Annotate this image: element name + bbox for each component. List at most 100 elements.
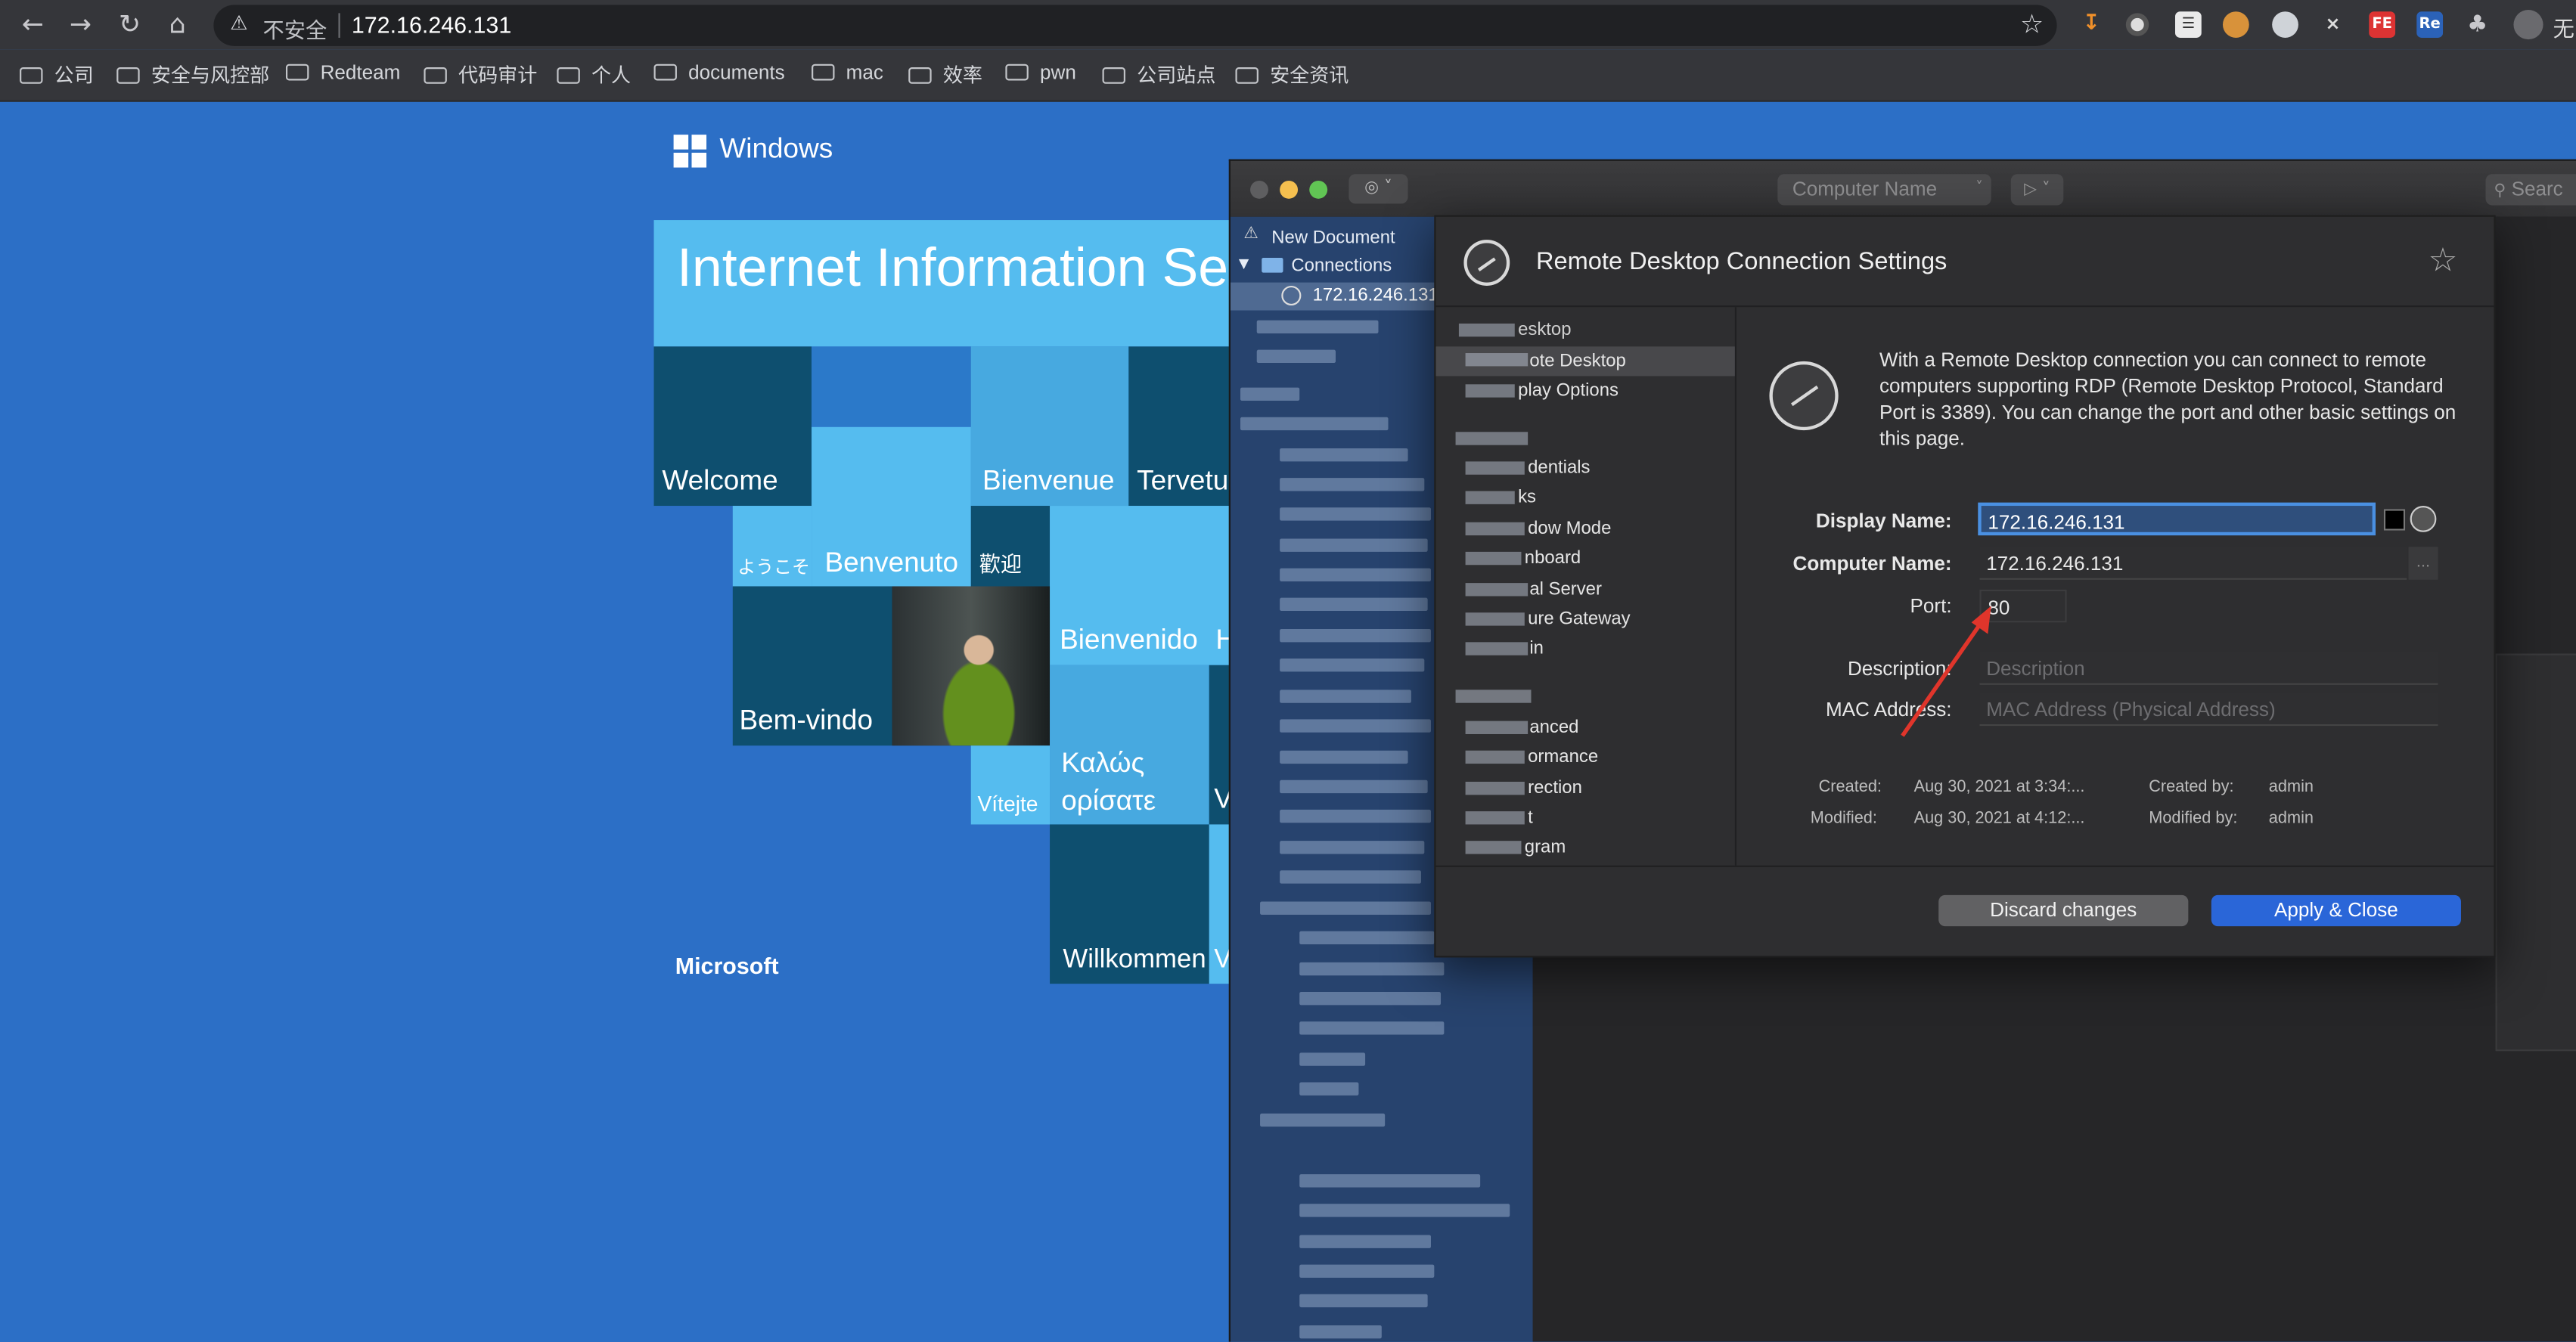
bookmark-folder[interactable]: documents (653, 60, 785, 87)
blurred-item (1299, 1264, 1435, 1278)
remote-desktop-icon-picker[interactable] (2410, 506, 2437, 532)
address-bar[interactable]: ⚠ 不安全 172.16.246.131 ☆ (213, 5, 2057, 46)
apply-close-button[interactable]: Apply & Close (2211, 894, 2461, 927)
tile-huanying: 歡迎 (970, 506, 1051, 587)
profile-avatar[interactable] (2513, 10, 2543, 40)
bookmark-folder[interactable]: 安全资讯 (1235, 60, 1349, 87)
nav-item-secure-gateway[interactable]: ure Gateway (1436, 606, 1735, 636)
blurred-item (1299, 931, 1435, 945)
folder-icon (285, 64, 309, 81)
tile-welcome: Welcome (653, 346, 812, 507)
search-input[interactable]: ⚲ Searc (2485, 174, 2576, 206)
windows-label: Windows (719, 132, 833, 165)
computer-name-dropdown[interactable]: Computer Name ˅ (1777, 174, 1991, 206)
folder-icon (653, 64, 677, 81)
quick-connect-icon[interactable]: ◎ ˅ (1349, 174, 1408, 204)
download-arrow-icon[interactable]: ↧ (2078, 11, 2105, 38)
blurred-item (1280, 779, 1428, 794)
footer-divider (1435, 865, 2494, 867)
bookmark-folder[interactable]: 个人 (557, 60, 631, 87)
bookmark-folder[interactable]: 公司 (20, 60, 94, 87)
nav-item-advanced[interactable]: anced (1436, 714, 1735, 744)
bookmark-star-icon[interactable]: ☆ (2020, 8, 2044, 39)
modified-by-value: admin (2268, 809, 2314, 828)
blurred-item (1299, 992, 1442, 1006)
computer-name-browse-button[interactable]: ... (2408, 547, 2438, 580)
puzzle-icon[interactable]: ♣ (2464, 11, 2491, 38)
settings-nav: esktop ote Desktop play Options dentials… (1435, 307, 1737, 866)
record-extension-icon[interactable] (2125, 13, 2149, 36)
blurred-item (1280, 659, 1425, 672)
note-extension-icon[interactable]: ☰ (2174, 11, 2202, 38)
window-close-button[interactable] (1250, 180, 1268, 199)
bookmark-folder[interactable]: Redteam (285, 60, 400, 87)
back-icon[interactable]: ← (15, 7, 51, 43)
nav-item-performance[interactable]: ormance (1436, 744, 1735, 773)
nav-item-credentials[interactable]: dentials (1436, 455, 1735, 485)
url-text[interactable]: 172.16.246.131 (352, 11, 511, 38)
fe-extension-icon[interactable]: FE (2369, 11, 2396, 38)
tile-willkommen: Willkommen (1050, 824, 1209, 984)
nav-item-program[interactable]: gram (1436, 834, 1735, 863)
nav-item-redirection[interactable]: rection (1436, 775, 1735, 804)
window-minimize-button[interactable] (1280, 180, 1299, 199)
blurred-item (1260, 1113, 1386, 1127)
discard-changes-button[interactable]: Discard changes (1938, 894, 2189, 927)
reload-icon[interactable]: ↻ (112, 7, 148, 43)
blurred-item (1256, 349, 1336, 364)
play-dropdown-icon[interactable]: ▷ ˅ (2010, 174, 2064, 206)
display-name-input[interactable]: 172.16.246.131 (1978, 502, 2376, 536)
tile-benvenuto: Benvenuto (812, 426, 971, 587)
red-annotation-arrow-icon (1901, 606, 1991, 737)
nav-item-t[interactable]: t (1436, 804, 1735, 834)
folder-icon (908, 67, 932, 84)
forward-icon[interactable]: → (63, 7, 99, 43)
favorite-star-icon[interactable]: ☆ (2429, 240, 2458, 279)
cookie-extension-icon[interactable] (2222, 11, 2249, 38)
chevron-down-icon: ˅ (1975, 180, 1983, 197)
home-icon[interactable]: ⌂ (160, 7, 196, 43)
gear-extension-icon[interactable] (2272, 11, 2298, 38)
blurred-item (1280, 750, 1408, 764)
blurred-item (1299, 1294, 1428, 1308)
nav-item-links[interactable]: ks (1436, 485, 1735, 514)
description-input[interactable]: Description (1979, 652, 2438, 685)
created-label: Created: (1818, 778, 1882, 797)
tile-bienvenido: BienvenidoH (1050, 506, 1233, 665)
bookmark-folder[interactable]: 代码审计 (424, 60, 537, 87)
bookmark-folder[interactable]: 效率 (908, 60, 982, 87)
modified-value: Aug 30, 2021 at 4:12:... (1913, 809, 2085, 828)
nav-item-login[interactable]: in (1436, 636, 1735, 665)
nav-item-keyboard[interactable]: nboard (1436, 545, 1735, 575)
folder-icon (812, 64, 835, 81)
x-extension-icon[interactable]: × (2320, 11, 2346, 38)
modified-by-label: Modified by: (2149, 809, 2238, 828)
mac-address-input[interactable]: MAC Address (Physical Address) (1979, 693, 2438, 727)
color-swatch-button[interactable] (2383, 509, 2406, 531)
display-name-label: Display Name: (1815, 509, 1952, 532)
blurred-item (1240, 387, 1300, 401)
re-extension-icon[interactable]: Re (2416, 11, 2444, 38)
profile-label[interactable]: 无 (2553, 11, 2574, 42)
folder-icon (1262, 258, 1283, 273)
blurred-item (1299, 1325, 1382, 1339)
nav-header-desktop: esktop (1436, 317, 1735, 346)
dialog-title: Remote Desktop Connection Settings (1536, 248, 1948, 276)
blurred-item (1280, 597, 1428, 612)
bookmark-folder[interactable]: pwn (1005, 60, 1076, 87)
window-zoom-button[interactable] (1309, 180, 1328, 199)
bookmark-folder[interactable]: 公司站点 (1102, 60, 1215, 87)
nav-item-display-options[interactable]: play Options (1436, 378, 1735, 408)
blurred-item (1280, 690, 1411, 703)
blurred-item (1280, 448, 1408, 462)
nav-item-remote-desktop[interactable]: ote Desktop (1435, 346, 1735, 377)
folder-icon (1235, 67, 1259, 84)
computer-name-input[interactable]: 172.16.246.131 (1979, 547, 2407, 580)
tile-tervetuloa: Tervetu (1128, 346, 1233, 507)
remote-desktop-icon (1281, 285, 1302, 306)
nav-item-window-mode[interactable]: dow Mode (1436, 516, 1735, 545)
bookmark-folder[interactable]: 安全与风控部 (116, 60, 269, 87)
nav-item-terminal-server[interactable]: al Server (1436, 576, 1735, 606)
bookmark-folder[interactable]: mac (812, 60, 883, 87)
rdm-titlebar: ◎ ˅ Computer Name ˅ ▷ ˅ ⚲ Searc (1230, 160, 2576, 219)
